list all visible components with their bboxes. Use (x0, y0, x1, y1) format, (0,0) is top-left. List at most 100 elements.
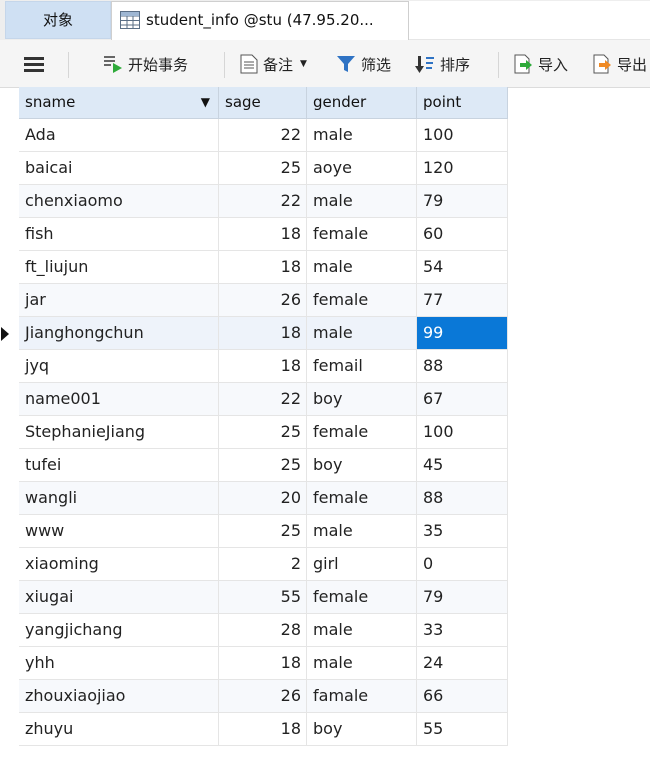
cell-sname[interactable]: wangli (19, 482, 219, 515)
table-row[interactable]: jyq 18 femail 88 (5, 350, 508, 383)
table-row[interactable]: xiaoming 2 girl 0 (5, 548, 508, 581)
tab-objects[interactable]: 对象 (5, 1, 111, 39)
sort-button[interactable]: 排序 (415, 40, 470, 88)
tab-student-info[interactable]: student_info @stu (47.95.20... (111, 1, 409, 40)
menu-button[interactable] (24, 40, 49, 88)
table-row[interactable]: yangjichang 28 male 33 (5, 614, 508, 647)
cell-sage[interactable]: 18 (219, 251, 307, 284)
cell-sname[interactable]: ft_liujun (19, 251, 219, 284)
table-row[interactable]: fish 18 female 60 (5, 218, 508, 251)
cell-point[interactable]: 66 (417, 680, 508, 713)
cell-sage[interactable]: 22 (219, 185, 307, 218)
cell-sage[interactable]: 25 (219, 515, 307, 548)
cell-gender[interactable]: female (307, 218, 417, 251)
cell-sage[interactable]: 22 (219, 119, 307, 152)
cell-point[interactable]: 45 (417, 449, 508, 482)
import-button[interactable]: 导入 (513, 40, 568, 88)
cell-sage[interactable]: 25 (219, 449, 307, 482)
cell-point[interactable]: 0 (417, 548, 508, 581)
cell-sage[interactable]: 18 (219, 350, 307, 383)
column-header-gender[interactable]: gender (307, 87, 417, 119)
table-row[interactable]: Jianghongchun 18 male 99 (1, 317, 508, 350)
cell-sname[interactable]: chenxiaomo (19, 185, 219, 218)
cell-sage[interactable]: 25 (219, 416, 307, 449)
cell-sname[interactable]: tufei (19, 449, 219, 482)
cell-gender[interactable]: girl (307, 548, 417, 581)
cell-point[interactable]: 100 (417, 416, 508, 449)
table-row[interactable]: baicai 25 aoye 120 (5, 152, 508, 185)
column-header-point[interactable]: point (417, 87, 508, 119)
cell-point[interactable]: 60 (417, 218, 508, 251)
table-row[interactable]: www 25 male 35 (5, 515, 508, 548)
cell-sage[interactable]: 26 (219, 284, 307, 317)
cell-gender[interactable]: male (307, 515, 417, 548)
cell-sname[interactable]: name001 (19, 383, 219, 416)
table-row[interactable]: chenxiaomo 22 male 79 (5, 185, 508, 218)
export-button[interactable]: 导出 (592, 40, 647, 88)
cell-gender[interactable]: femail (307, 350, 417, 383)
cell-sname[interactable]: StephanieJiang (19, 416, 219, 449)
cell-sname[interactable]: xiaoming (19, 548, 219, 581)
cell-sage[interactable]: 18 (219, 647, 307, 680)
cell-point[interactable]: 33 (417, 614, 508, 647)
cell-gender[interactable]: famale (307, 680, 417, 713)
cell-gender[interactable]: female (307, 482, 417, 515)
cell-sage[interactable]: 20 (219, 482, 307, 515)
cell-sage[interactable]: 26 (219, 680, 307, 713)
cell-sname[interactable]: xiugai (19, 581, 219, 614)
table-row[interactable]: wangli 20 female 88 (5, 482, 508, 515)
cell-sname[interactable]: zhuyu (19, 713, 219, 746)
cell-sage[interactable]: 2 (219, 548, 307, 581)
cell-point[interactable]: 88 (417, 350, 508, 383)
cell-gender[interactable]: female (307, 284, 417, 317)
column-header-sage[interactable]: sage (219, 87, 307, 119)
table-row[interactable]: xiugai 55 female 79 (5, 581, 508, 614)
filter-button[interactable]: 筛选 (336, 40, 391, 88)
cell-gender[interactable]: male (307, 317, 417, 350)
cell-sage[interactable]: 22 (219, 383, 307, 416)
cell-sage[interactable]: 18 (219, 317, 307, 350)
cell-point[interactable]: 79 (417, 185, 508, 218)
cell-sname[interactable]: Ada (19, 119, 219, 152)
cell-gender[interactable]: boy (307, 449, 417, 482)
cell-sname[interactable]: zhouxiaojiao (19, 680, 219, 713)
cell-gender[interactable]: boy (307, 713, 417, 746)
table-row[interactable]: Ada 22 male 100 (5, 119, 508, 152)
cell-gender[interactable]: aoye (307, 152, 417, 185)
cell-sname[interactable]: yhh (19, 647, 219, 680)
cell-sage[interactable]: 55 (219, 581, 307, 614)
cell-sname[interactable]: fish (19, 218, 219, 251)
memo-dropdown-icon[interactable]: ▼ (300, 59, 307, 69)
cell-gender[interactable]: female (307, 581, 417, 614)
cell-sname[interactable]: jar (19, 284, 219, 317)
cell-sage[interactable]: 18 (219, 713, 307, 746)
table-row[interactable]: yhh 18 male 24 (5, 647, 508, 680)
table-row[interactable]: name001 22 boy 67 (5, 383, 508, 416)
sort-dropdown-icon[interactable]: ▼ (201, 87, 210, 118)
table-row[interactable]: StephanieJiang 25 female 100 (5, 416, 508, 449)
cell-sname[interactable]: yangjichang (19, 614, 219, 647)
table-row[interactable]: jar 26 female 77 (5, 284, 508, 317)
cell-sname[interactable]: jyq (19, 350, 219, 383)
cell-sname[interactable]: Jianghongchun (19, 317, 219, 350)
cell-gender[interactable]: male (307, 614, 417, 647)
table-row[interactable]: ft_liujun 18 male 54 (5, 251, 508, 284)
cell-point[interactable]: 54 (417, 251, 508, 284)
cell-sage[interactable]: 25 (219, 152, 307, 185)
cell-gender[interactable]: female (307, 416, 417, 449)
begin-transaction-button[interactable]: 开始事务 (103, 40, 188, 88)
cell-sage[interactable]: 28 (219, 614, 307, 647)
table-row[interactable]: zhuyu 18 boy 55 (5, 713, 508, 746)
cell-gender[interactable]: male (307, 185, 417, 218)
table-row[interactable]: zhouxiaojiao 26 famale 66 (5, 680, 508, 713)
cell-point[interactable]: 67 (417, 383, 508, 416)
cell-gender[interactable]: boy (307, 383, 417, 416)
cell-sname[interactable]: www (19, 515, 219, 548)
column-header-sname[interactable]: sname ▼ (19, 87, 219, 119)
cell-point[interactable]: 88 (417, 482, 508, 515)
cell-point[interactable]: 99 (417, 317, 508, 350)
memo-button[interactable]: 备注 ▼ (240, 40, 307, 88)
cell-point[interactable]: 55 (417, 713, 508, 746)
cell-point[interactable]: 77 (417, 284, 508, 317)
cell-gender[interactable]: male (307, 119, 417, 152)
